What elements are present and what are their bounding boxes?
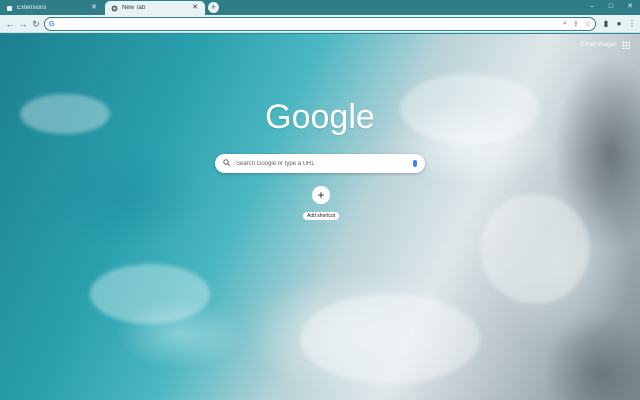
bookmark-star-icon[interactable]: ☆ xyxy=(585,20,591,28)
tab-label: New Tab xyxy=(122,5,146,11)
maximize-icon[interactable]: □ xyxy=(605,2,617,12)
gmail-link[interactable]: Gmail xyxy=(580,42,596,48)
puzzle-icon xyxy=(6,5,13,12)
close-tab-icon[interactable]: ✕ xyxy=(90,4,98,12)
tab-new-tab[interactable]: New Tab ✕ xyxy=(105,1,205,15)
chrome-icon xyxy=(111,5,118,12)
microphone-icon[interactable] xyxy=(413,160,417,167)
search-icon xyxy=(223,159,230,168)
search-box[interactable] xyxy=(215,154,425,173)
close-window-icon[interactable]: ✕ xyxy=(624,2,636,12)
sidebar-icon[interactable]: ▮ xyxy=(600,18,612,30)
profile-icon[interactable]: ● xyxy=(613,18,625,30)
close-tab-icon[interactable]: ✕ xyxy=(191,4,199,12)
address-bar[interactable]: G ⌕ ⇪ ☆ xyxy=(44,17,596,31)
wallpaper-foam xyxy=(480,194,590,304)
images-link[interactable]: Images xyxy=(597,42,617,48)
tab-strip: Extensions ✕ New Tab ✕ + – □ ✕ xyxy=(0,0,640,15)
add-shortcut-tile[interactable]: + Add shortcut xyxy=(301,186,341,222)
minimize-icon[interactable]: – xyxy=(586,2,598,12)
apps-grid-icon[interactable] xyxy=(622,41,630,49)
menu-icon[interactable]: ⋮ xyxy=(626,18,638,30)
forward-icon[interactable]: → xyxy=(17,18,29,30)
wallpaper-foam xyxy=(300,294,480,384)
tab-label: Extensions xyxy=(17,5,47,11)
wallpaper-foam xyxy=(90,264,210,324)
share-icon[interactable]: ⇪ xyxy=(573,20,579,28)
new-tab-page: Gmail Images Google + Add shortcut xyxy=(0,34,640,400)
google-logo: Google xyxy=(265,98,375,136)
reload-icon[interactable]: ↻ xyxy=(30,18,42,30)
new-tab-button[interactable]: + xyxy=(208,2,219,13)
zoom-icon[interactable]: ⌕ xyxy=(563,20,567,28)
google-g-icon: G xyxy=(49,20,55,28)
add-shortcut-label: Add shortcut xyxy=(302,212,340,220)
back-icon[interactable]: ← xyxy=(4,18,16,30)
search-input[interactable] xyxy=(236,160,413,167)
tab-extensions[interactable]: Extensions ✕ xyxy=(0,1,104,15)
browser-toolbar: ← → ↻ G ⌕ ⇪ ☆ ▮ ● ⋮ xyxy=(0,15,640,33)
add-shortcut-icon[interactable]: + xyxy=(312,186,330,204)
